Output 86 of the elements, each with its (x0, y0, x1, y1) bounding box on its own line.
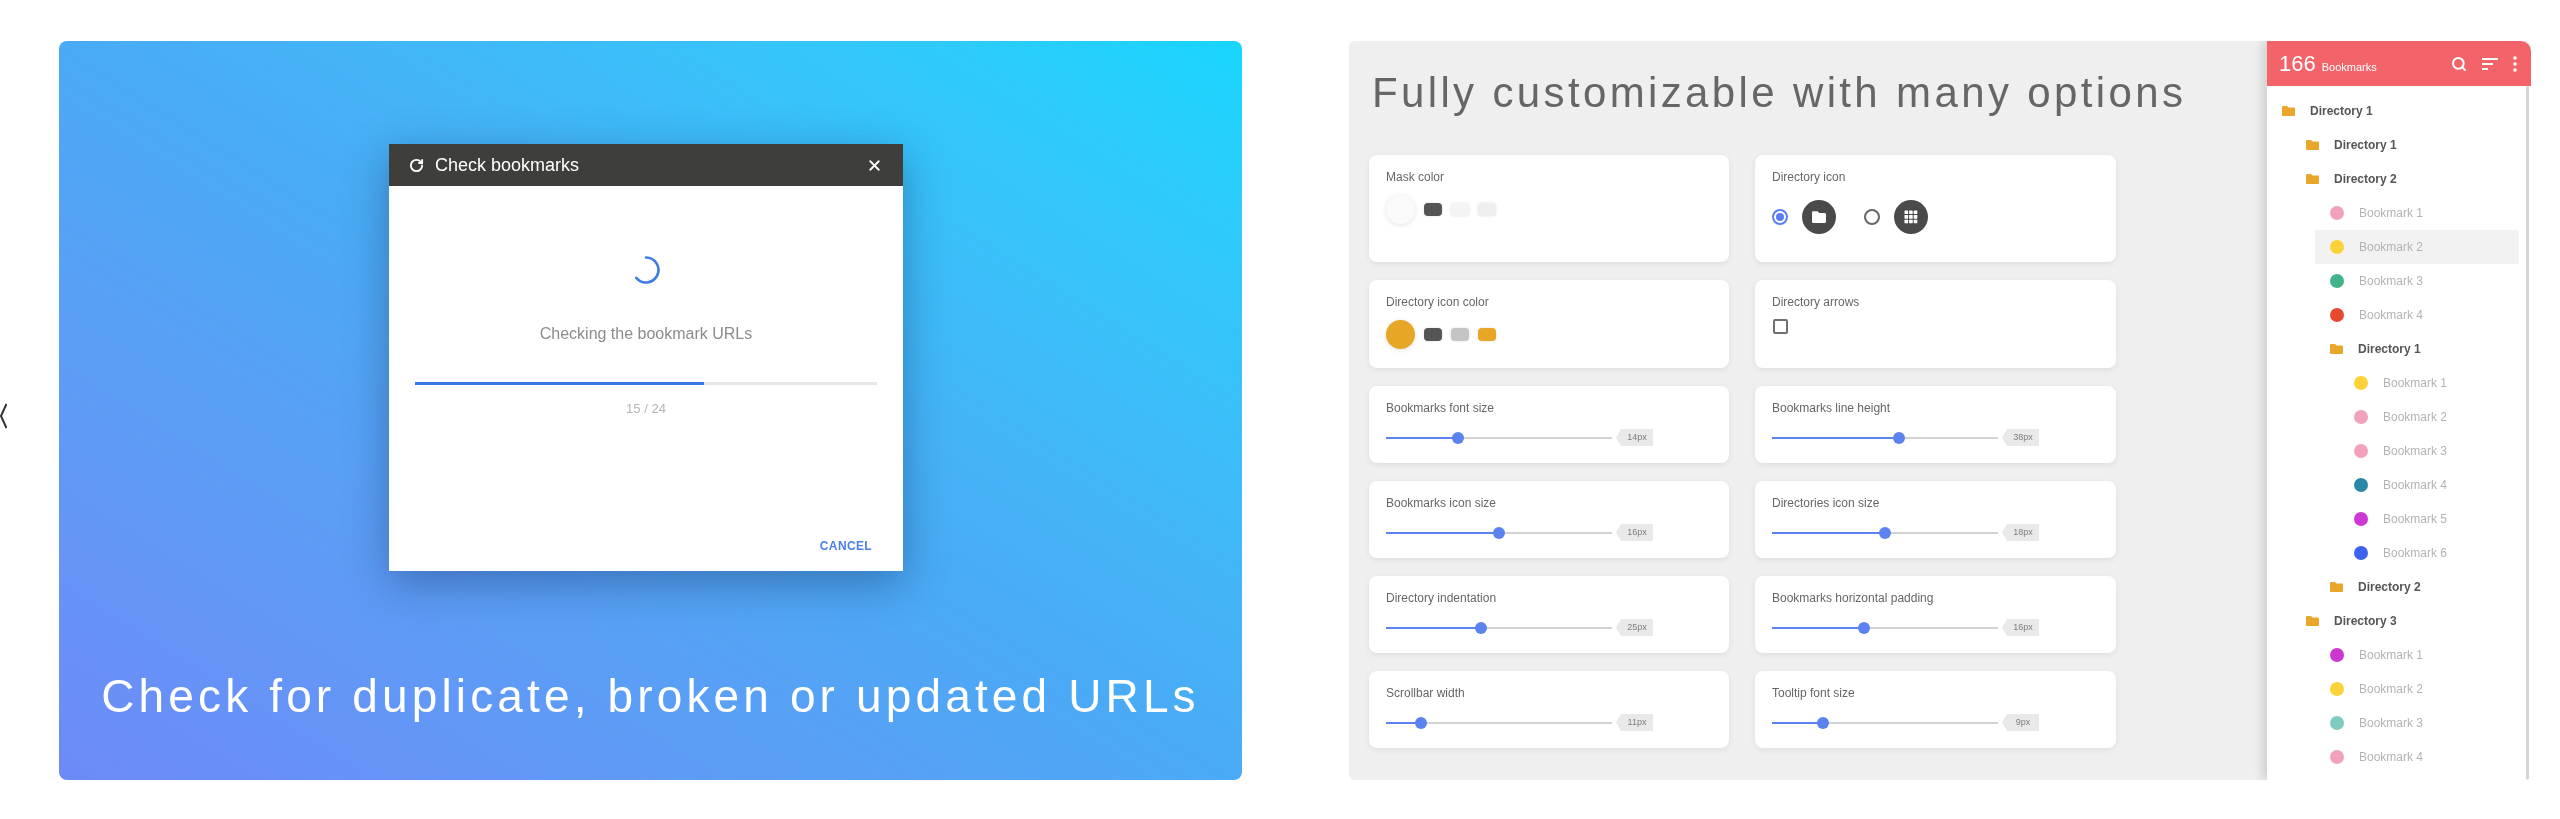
bookmark-item[interactable]: Bookmark 3 (2339, 434, 2519, 468)
scrollbar[interactable] (2526, 86, 2529, 780)
folder-icon (2330, 344, 2343, 354)
bookmark-item[interactable]: Bookmark 3 (2315, 706, 2519, 740)
setting-label: Mask color (1386, 169, 1445, 185)
slider-track[interactable] (1386, 716, 1612, 729)
color-swatch-icon[interactable] (1478, 328, 1496, 341)
directory-item[interactable]: Directory 1 (2315, 332, 2519, 366)
slider-thumb[interactable] (1452, 431, 1465, 444)
cancel-button[interactable]: CANCEL (811, 530, 880, 562)
refresh-icon (409, 157, 424, 173)
dialog-title: Check bookmarks (435, 153, 580, 177)
count-label: Bookmarks (2321, 59, 2377, 74)
slide-heading: Fully customizable with many options (1372, 68, 2188, 118)
slider-value: 11px (1616, 714, 1653, 731)
slide-caption: Check for duplicate, broken or updated URLs (101, 669, 1200, 723)
bookmark-count: 166 (2279, 50, 2316, 77)
slider-value: 38px (2002, 429, 2039, 446)
radio-button[interactable] (1864, 209, 1880, 225)
setting-label: Bookmarks icon size (1386, 495, 1498, 511)
color-swatch-icon[interactable] (1424, 203, 1442, 216)
progress-count: 15 / 24 (626, 401, 666, 417)
setting-label: Directory icon color (1386, 294, 1490, 310)
folder-icon (2306, 616, 2319, 626)
directory-item[interactable]: Directory 2 (2315, 570, 2519, 604)
slider-thumb[interactable] (1857, 621, 1870, 634)
setting-label: Tooltip font size (1772, 685, 1856, 701)
slider-track[interactable] (1386, 621, 1612, 634)
bookmark-item[interactable]: Bookmark 2 (2339, 400, 2519, 434)
current-color-icon[interactable] (1386, 320, 1415, 349)
folder-icon (2306, 174, 2319, 184)
directory-item[interactable]: Directory 1 (2291, 128, 2519, 162)
bookmark-item[interactable]: Bookmark 1 (2315, 196, 2519, 230)
setting-label: Scrollbar width (1386, 685, 1466, 701)
bookmark-item[interactable]: Bookmark 2 (2315, 230, 2519, 264)
bookmark-item[interactable]: Bookmark 4 (2315, 298, 2519, 332)
slider-thumb[interactable] (1892, 431, 1905, 444)
bookmark-item[interactable]: Bookmark 2 (2315, 672, 2519, 706)
folder-icon (2330, 582, 2343, 592)
setting-label: Bookmarks font size (1386, 400, 1496, 416)
status-message: Checking the bookmark URLs (539, 325, 753, 343)
setting-label: Directories icon size (1772, 495, 1881, 511)
sort-icon[interactable] (2482, 57, 2498, 70)
slider-track[interactable] (1772, 716, 1998, 729)
slider-value: 18px (2002, 524, 2039, 541)
slider-value: 14px (1616, 429, 1653, 446)
slider-track[interactable] (1386, 431, 1612, 444)
chevron-left-icon[interactable] (0, 403, 7, 429)
bookmark-item[interactable]: Bookmark 3 (2315, 264, 2519, 298)
slider-thumb[interactable] (1415, 716, 1427, 729)
slider-track[interactable] (1772, 621, 1998, 634)
checkbox[interactable] (1773, 319, 1788, 334)
slider-value: 16px (2002, 619, 2039, 636)
slider-value: 25px (1616, 619, 1653, 636)
setting-label: Directory indentation (1386, 590, 1498, 606)
directory-item[interactable]: Directory 2 (2291, 162, 2519, 196)
bookmark-item[interactable]: Bookmark 1 (2315, 638, 2519, 672)
grid-icon[interactable] (1894, 200, 1928, 234)
slider-thumb[interactable] (1817, 716, 1830, 729)
slider-track[interactable] (1386, 526, 1612, 539)
bookmark-item[interactable]: Bookmark 4 (2339, 468, 2519, 502)
slider-thumb[interactable] (1474, 621, 1487, 634)
bookmark-item[interactable]: Bookmark 5 (2339, 502, 2519, 536)
folder-icon (2282, 106, 2295, 116)
bookmark-item[interactable]: Bookmark 4 (2315, 740, 2519, 774)
slider-thumb[interactable] (1493, 526, 1505, 539)
slider-track[interactable] (1772, 431, 1998, 444)
slider-value: 16px (1616, 524, 1653, 541)
setting-label: Directory arrows (1772, 294, 1861, 310)
slider-track[interactable] (1772, 526, 1998, 539)
bookmark-item[interactable]: Bookmark 1 (2339, 366, 2519, 400)
directory-item[interactable]: Directory 1 (2267, 94, 2519, 128)
slider-value: 9px (2002, 714, 2039, 731)
bookmark-item[interactable]: Bookmark 6 (2339, 536, 2519, 570)
setting-label: Bookmarks horizontal padding (1772, 590, 1935, 606)
setting-label: Directory icon (1772, 169, 1847, 185)
color-swatch-icon[interactable] (1424, 328, 1442, 341)
search-icon[interactable] (2451, 55, 2467, 72)
folder-icon (2306, 140, 2319, 150)
setting-label: Bookmarks line height (1772, 400, 1892, 416)
radio-button[interactable] (1772, 209, 1788, 225)
slider-thumb[interactable] (1879, 526, 1891, 539)
more-options-icon[interactable] (2513, 55, 2517, 72)
directory-item[interactable]: Directory 3 (2291, 604, 2519, 638)
color-swatch-icon[interactable] (1451, 328, 1469, 341)
folder-icon[interactable] (1802, 200, 1836, 234)
